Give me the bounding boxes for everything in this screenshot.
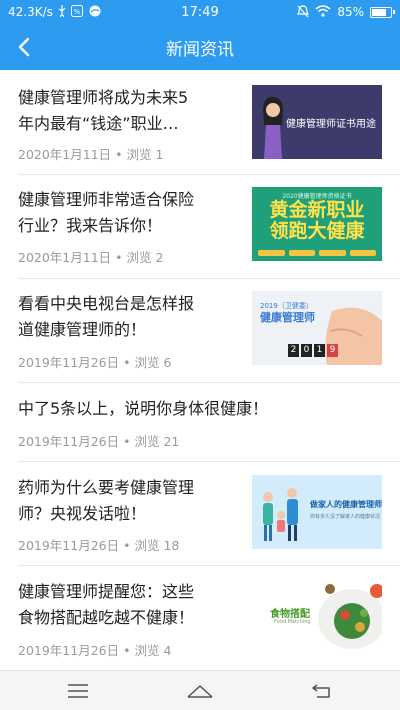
thumbnail-headline: 黄金新职业 领跑大健康 <box>252 200 382 242</box>
article-date: 2019年11月26日 <box>18 538 120 553</box>
article-date: 2019年11月26日 <box>18 643 120 658</box>
thumbnail-bars <box>258 250 376 256</box>
article-thumbnail[interactable]: 食物搭配 Food Matching <box>252 579 382 653</box>
article-item[interactable]: 健康管理师将成为未来5 年内最有“钱途”职业… 2020年1月11日 • 浏览 … <box>0 70 400 174</box>
article-title[interactable]: 健康管理师非常适合保险 行业？我来告诉你！ <box>18 187 194 239</box>
page-title: 新闻资讯 <box>166 39 234 60</box>
back-button[interactable] <box>8 31 40 63</box>
article-list[interactable]: 健康管理师将成为未来5 年内最有“钱途”职业… 2020年1月11日 • 浏览 … <box>0 70 400 670</box>
article-title[interactable]: 药师为什么要考健康管理 师？央视发话啦！ <box>18 475 194 527</box>
menu-button[interactable] <box>58 679 98 703</box>
article-title-line: 健康管理师提醒您：这些 <box>18 582 195 601</box>
meta-separator: • <box>115 250 123 265</box>
meta-separator: • <box>123 643 131 658</box>
article-meta: 2020年1月11日 • 浏览 1 <box>18 144 163 163</box>
thumbnail-line: 黄金新职业 <box>269 199 365 221</box>
family-illustration <box>252 475 382 549</box>
meta-separator: • <box>123 355 131 370</box>
meta-separator: • <box>115 147 123 162</box>
digit-block: 9 <box>327 344 338 357</box>
digit-blocks: 2 0 1 9 <box>288 344 338 357</box>
chevron-left-icon <box>18 37 30 57</box>
mute-icon <box>297 4 310 20</box>
svg-text:%: % <box>74 8 81 16</box>
article-title-line: 行业？我来告诉你！ <box>18 216 163 235</box>
article-views: 浏览 1 <box>126 147 164 162</box>
article-date: 2020年1月11日 <box>18 147 112 162</box>
hd-icon: % <box>70 5 83 19</box>
article-views: 浏览 18 <box>134 538 180 553</box>
battery-percent: 85% <box>337 5 364 19</box>
article-views: 浏览 4 <box>134 643 172 658</box>
thumbnail-subtitle: Food Matching <box>274 619 311 625</box>
article-title-line: 药师为什么要考健康管理 <box>18 478 195 497</box>
article-title[interactable]: 健康管理师提醒您：这些 食物搭配越吃越不健康！ <box>18 579 194 631</box>
status-bar: 42.3K/s % 17:49 85% <box>0 0 400 24</box>
article-thumbnail[interactable]: 2020健康管理师资格证书 黄金新职业 领跑大健康 <box>252 187 382 261</box>
article-item[interactable]: 药师为什么要考健康管理 师？央视发话啦！ 2019年11月26日 • 浏览 18 <box>0 462 400 565</box>
article-title[interactable]: 看看中央电视台是怎样报 道健康管理师的！ <box>18 291 194 343</box>
meta-separator: • <box>123 538 131 553</box>
cloud-icon <box>88 5 102 19</box>
article-date: 2019年11月26日 <box>18 355 120 370</box>
article-title-line: 师？央视发话啦！ <box>18 504 147 523</box>
battery-level <box>372 8 386 16</box>
article-title-line: 中了5条以上，说明你身体很健康！ <box>18 399 269 418</box>
article-item[interactable]: 健康管理师提醒您：这些 食物搭配越吃越不健康！ 2019年11月26日 • 浏览… <box>0 566 400 670</box>
digit-block: 2 <box>288 344 299 357</box>
menu-icon <box>68 684 88 698</box>
thumbnail-subtitle: 你有多久没了解家人的健康状况 <box>310 514 381 520</box>
article-item[interactable]: 看看中央电视台是怎样报 道健康管理师的！ 2019年11月26日 • 浏览 6 … <box>0 279 400 382</box>
article-views: 浏览 21 <box>134 434 180 449</box>
article-title-line: 道健康管理师的！ <box>18 320 147 339</box>
network-speed: 42.3K/s <box>8 5 53 19</box>
thumbnail-line: 领跑大健康 <box>269 220 365 242</box>
thumbnail-title: 做家人的健康管理师 <box>310 500 382 509</box>
back-arrow-icon <box>312 684 330 698</box>
system-nav-bar <box>0 670 400 710</box>
thumbnail-title: 食物搭配 <box>270 609 310 620</box>
article-title[interactable]: 中了5条以上，说明你身体很健康！ <box>18 396 268 422</box>
article-meta: 2019年11月26日 • 浏览 6 <box>18 352 171 371</box>
nav-bar: 新闻资讯 <box>0 24 400 70</box>
article-title-line: 食物搭配越吃越不健康！ <box>18 608 195 627</box>
thumbnail-text: 2019（卫健委） 健康管理师 <box>260 301 315 323</box>
system-back-button[interactable] <box>302 679 342 703</box>
article-title-line: 健康管理师非常适合保险 <box>18 190 195 209</box>
article-meta: 2019年11月26日 • 浏览 18 <box>18 535 179 554</box>
article-views: 浏览 6 <box>134 355 172 370</box>
article-title-line: 看看中央电视台是怎样报 <box>18 294 195 313</box>
home-button[interactable] <box>180 679 220 703</box>
article-item[interactable]: 健康管理师非常适合保险 行业？我来告诉你！ 2020年1月11日 • 浏览 2 … <box>0 175 400 278</box>
article-thumbnail[interactable]: 健康管理师证书用途 <box>252 85 382 159</box>
article-thumbnail[interactable]: 2019（卫健委） 健康管理师 2 0 1 9 <box>252 291 382 365</box>
article-item[interactable]: 中了5条以上，说明你身体很健康！ 2019年11月26日 • 浏览 21 <box>0 383 400 461</box>
article-thumbnail[interactable]: 做家人的健康管理师 你有多久没了解家人的健康状况 <box>252 475 382 549</box>
battery-icon <box>370 6 395 18</box>
digit-block: 0 <box>301 344 312 357</box>
wifi-icon <box>315 5 331 19</box>
article-title[interactable]: 健康管理师将成为未来5 年内最有“钱途”职业… <box>18 85 188 137</box>
article-title-line: 年内最有“钱途”职业… <box>18 114 179 133</box>
article-date: 2019年11月26日 <box>18 434 120 449</box>
article-meta: 2019年11月26日 • 浏览 21 <box>18 431 179 450</box>
digit-block: 1 <box>314 344 325 357</box>
article-meta: 2020年1月11日 • 浏览 2 <box>18 247 163 266</box>
usb-icon <box>58 5 66 19</box>
article-meta: 2019年11月26日 • 浏览 4 <box>18 640 171 659</box>
home-icon <box>187 685 213 698</box>
meta-separator: • <box>123 434 131 449</box>
article-date: 2020年1月11日 <box>18 250 112 265</box>
status-left: 42.3K/s % <box>8 5 297 19</box>
status-right: 85% <box>297 4 395 20</box>
article-title-line: 健康管理师将成为未来5 <box>18 88 189 107</box>
article-views: 浏览 2 <box>126 250 164 265</box>
thumbnail-caption: 健康管理师证书用途 <box>286 119 376 130</box>
thumbnail-line: 健康管理师 <box>260 311 315 324</box>
